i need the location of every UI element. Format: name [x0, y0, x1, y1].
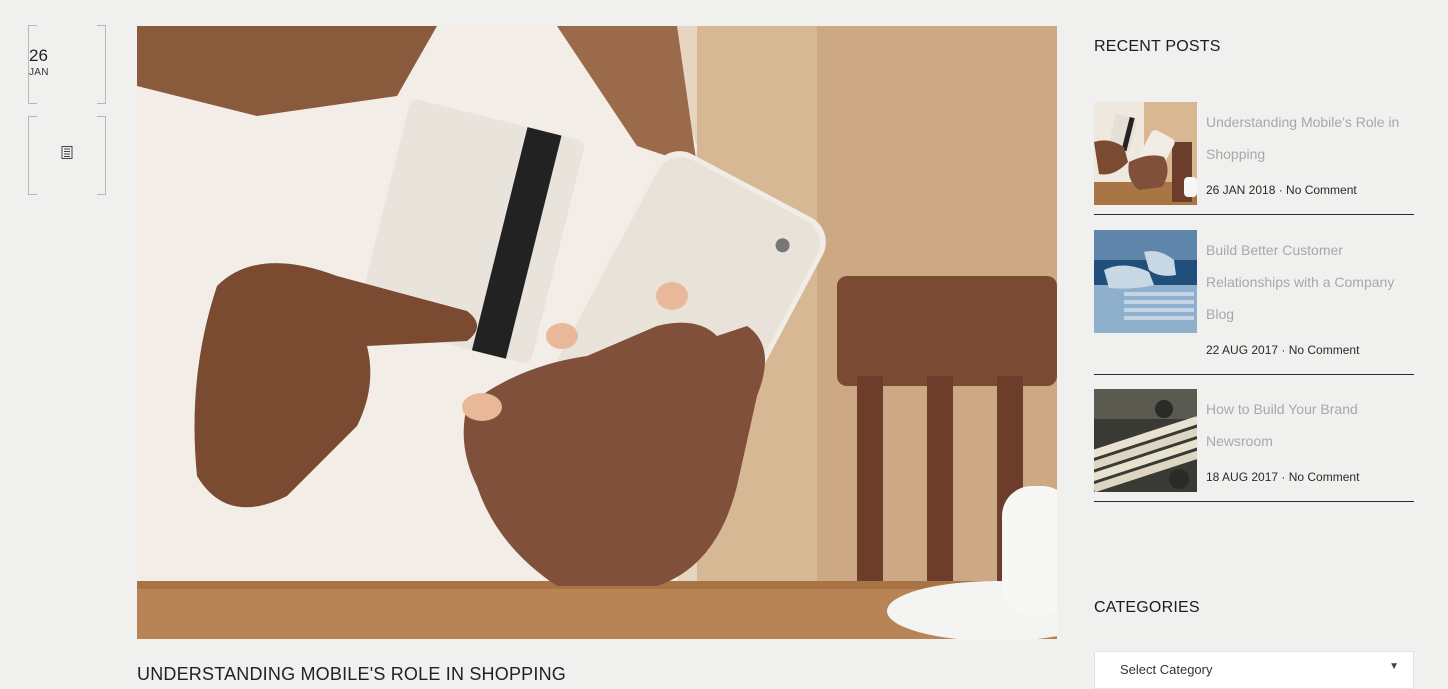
document-icon: [29, 146, 105, 164]
caret-down-icon: ▼: [1389, 661, 1399, 672]
recent-post-thumbnail[interactable]: [1094, 389, 1197, 492]
post-date-month: JAN: [29, 67, 49, 78]
featured-image[interactable]: [137, 26, 1057, 639]
post-format-box: [28, 116, 106, 195]
recent-post-thumbnail[interactable]: [1094, 230, 1197, 333]
recent-posts-heading: RECENT POSTS: [1094, 38, 1221, 55]
recent-post-title[interactable]: Build Better Customer Relationships with…: [1206, 234, 1416, 330]
recent-post-meta: 22 AUG 2017 · No Comment: [1206, 343, 1360, 357]
recent-post-title[interactable]: Understanding Mobile's Role in Shopping: [1206, 106, 1416, 170]
recent-post-meta: 26 JAN 2018 · No Comment: [1206, 183, 1357, 197]
categories-heading: CATEGORIES: [1094, 599, 1200, 616]
post-title[interactable]: UNDERSTANDING MOBILE'S ROLE IN SHOPPING: [137, 663, 566, 685]
recent-post-meta: 18 AUG 2017 · No Comment: [1206, 470, 1360, 484]
recent-post-thumbnail[interactable]: [1094, 102, 1197, 205]
recent-post-item[interactable]: Build Better Customer Relationships with…: [1094, 230, 1414, 375]
post-date-day: 26: [29, 46, 48, 65]
category-select-value: Select Category: [1120, 662, 1213, 677]
post-date-box: 26 JAN: [28, 25, 106, 104]
recent-post-item[interactable]: How to Build Your Brand Newsroom 18 AUG …: [1094, 389, 1414, 502]
category-select[interactable]: Select Category ▼: [1094, 651, 1414, 689]
recent-post-item[interactable]: Understanding Mobile's Role in Shopping …: [1094, 102, 1414, 215]
recent-post-title[interactable]: How to Build Your Brand Newsroom: [1206, 393, 1416, 457]
